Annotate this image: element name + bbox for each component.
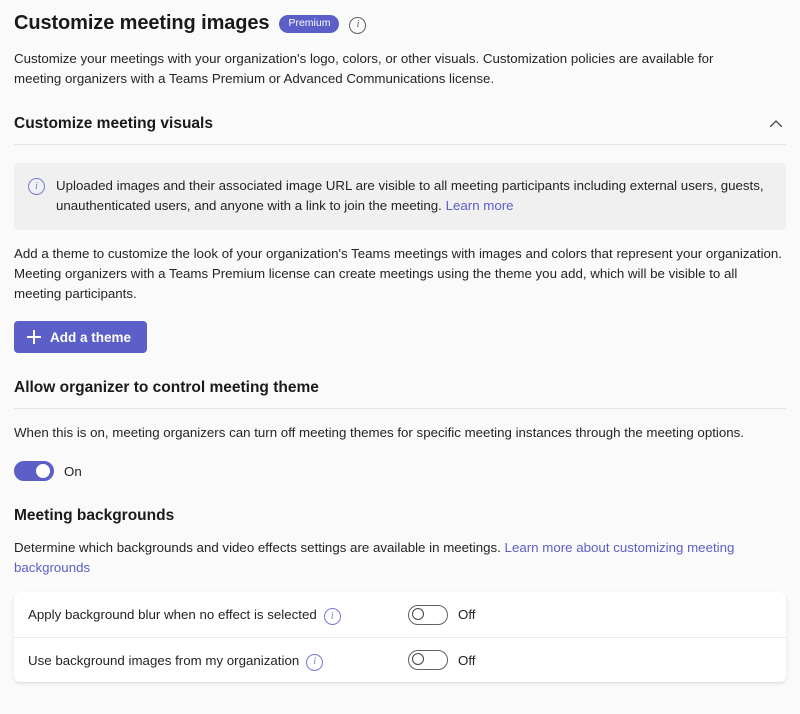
setting-label-org-background-images: Use background images from my organizati… — [28, 653, 299, 668]
section-meeting-backgrounds: Meeting backgrounds Determine which back… — [14, 505, 786, 682]
learn-more-link[interactable]: Learn more — [446, 198, 514, 213]
backgrounds-description: Determine which backgrounds and video ef… — [14, 538, 786, 578]
backgrounds-description-text: Determine which backgrounds and video ef… — [14, 540, 501, 555]
add-theme-button-label: Add a theme — [50, 330, 131, 345]
setting-row-org-background-images: Use background images from my organizati… — [14, 637, 786, 682]
info-icon[interactable]: i — [324, 608, 341, 625]
page-header: Customize meeting images Premium i — [14, 0, 786, 37]
info-banner: i Uploaded images and their associated i… — [14, 163, 786, 230]
setting-control-group: Off — [408, 650, 476, 670]
section-header-row: Allow organizer to control meeting theme — [14, 377, 786, 399]
page-description: Customize your meetings with your organi… — [14, 49, 726, 89]
organizer-description: When this is on, meeting organizers can … — [14, 423, 786, 443]
setting-label-group: Use background images from my organizati… — [28, 652, 408, 669]
setting-label-group: Apply background blur when no effect is … — [28, 606, 408, 623]
info-banner-message: Uploaded images and their associated ima… — [56, 178, 764, 213]
page-title: Customize meeting images — [14, 9, 269, 37]
background-blur-toggle-state: Off — [458, 607, 476, 622]
setting-label-background-blur: Apply background blur when no effect is … — [28, 607, 317, 622]
info-icon: i — [28, 178, 45, 195]
section-customize-meeting-visuals: Customize meeting visuals i Uploaded ima… — [14, 113, 786, 353]
background-blur-toggle[interactable] — [408, 605, 448, 625]
settings-page: Customize meeting images Premium i Custo… — [0, 0, 800, 714]
premium-badge: Premium — [279, 15, 339, 33]
organizer-theme-toggle[interactable] — [14, 461, 54, 481]
toggle-knob — [412, 608, 424, 620]
setting-control-group: Off — [408, 605, 476, 625]
section-header-row[interactable]: Customize meeting visuals — [14, 113, 786, 135]
chevron-up-icon[interactable] — [768, 116, 784, 132]
setting-row-background-blur: Apply background blur when no effect is … — [14, 592, 786, 637]
section-title-organizer: Allow organizer to control meeting theme — [14, 377, 319, 399]
add-theme-button[interactable]: Add a theme — [14, 321, 147, 353]
toggle-knob — [36, 464, 50, 478]
section-title-visuals: Customize meeting visuals — [14, 113, 213, 135]
info-banner-text: Uploaded images and their associated ima… — [56, 176, 770, 216]
toggle-knob — [412, 653, 424, 665]
section-header-row: Meeting backgrounds — [14, 505, 786, 527]
info-icon[interactable]: i — [349, 17, 366, 34]
organizer-theme-toggle-row: On — [14, 461, 786, 481]
organizer-theme-toggle-state: On — [64, 464, 82, 479]
section-divider — [14, 144, 786, 145]
visuals-description: Add a theme to customize the look of you… — [14, 244, 786, 304]
plus-icon — [27, 330, 41, 344]
section-allow-organizer-control: Allow organizer to control meeting theme… — [14, 377, 786, 481]
org-background-images-toggle[interactable] — [408, 650, 448, 670]
section-divider — [14, 408, 786, 409]
org-background-images-toggle-state: Off — [458, 653, 476, 668]
backgrounds-settings-card: Apply background blur when no effect is … — [14, 592, 786, 682]
section-title-backgrounds: Meeting backgrounds — [14, 505, 174, 527]
info-icon[interactable]: i — [306, 654, 323, 671]
